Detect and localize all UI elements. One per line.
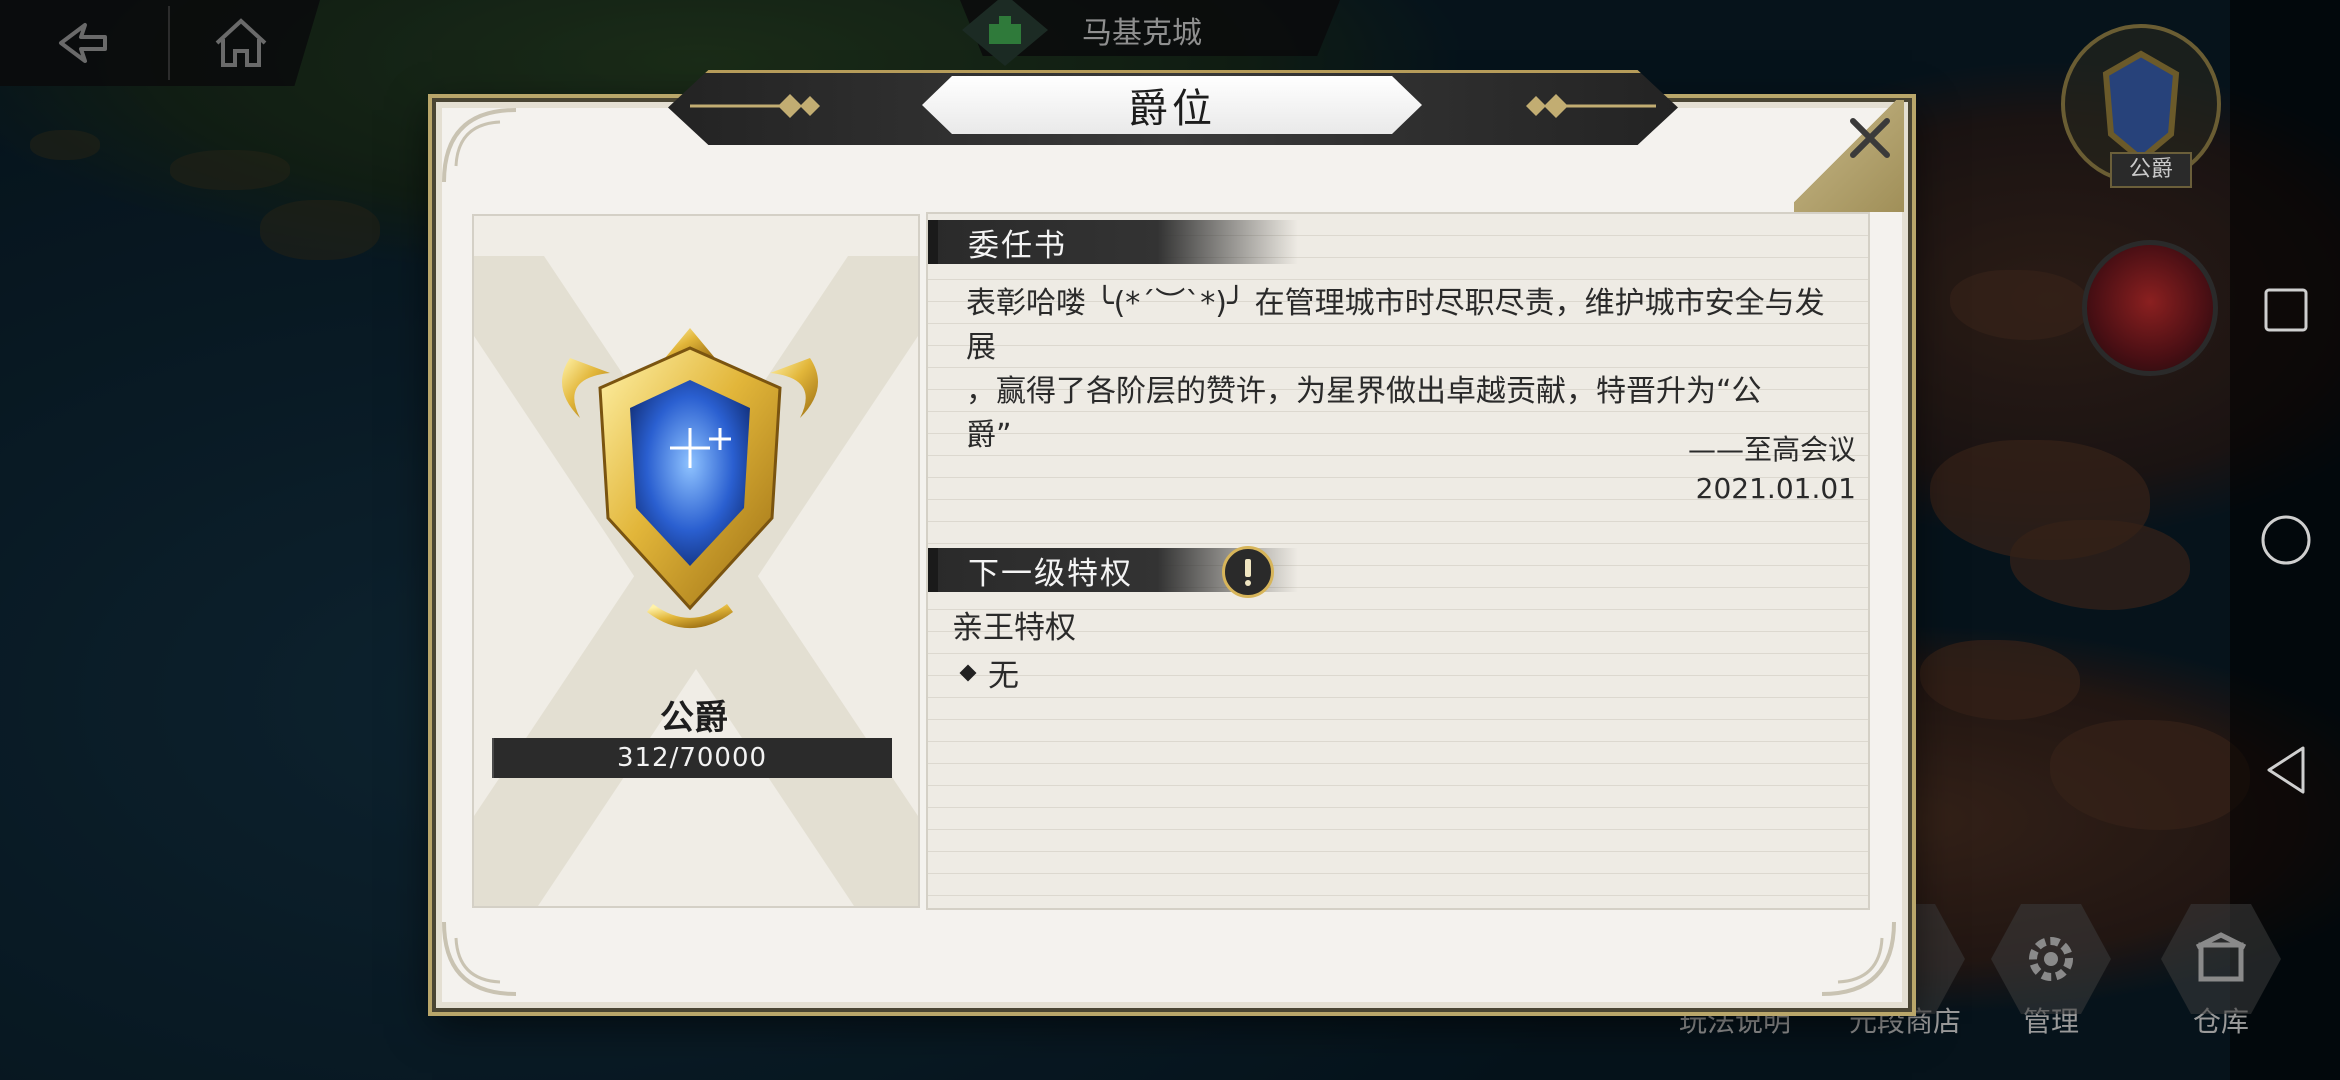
duke-emblem [540,318,840,638]
banner-ornament-right [1526,94,1656,118]
rank-badge-label: 公爵 [2110,152,2192,188]
next-privilege-title: 亲王特权 [952,610,1076,646]
corner-ornament [442,921,517,996]
close-button[interactable] [1842,110,1898,166]
gold-crest-blue-gem-emblem [562,328,818,628]
privilege-info-button[interactable] [1222,546,1274,598]
hud-divider [168,6,170,80]
home-button[interactable] [206,10,276,76]
corner-ornament [1821,921,1896,996]
appointment-signature: ——至高会议 [1687,433,1856,466]
appointment-line: ，赢得了各阶层的赞许，为星界做出卓越贡献，特晋升为“公 [966,374,1762,409]
rank-progress-bar: 312/70000 [492,738,892,778]
square-recents-icon [2264,288,2308,332]
triangle-back-icon [2267,746,2305,794]
appointment-line: 表彰哈喽 ╰(*´︶`*)╯ 在管理城市时尽职尽责，维护城市安全与发展 [966,286,1825,365]
recents-button[interactable] [2256,280,2316,340]
close-icon [1850,118,1890,158]
gear-icon [1991,904,2111,1014]
corner-ornament [442,108,517,183]
home-nav-button[interactable] [2256,510,2316,570]
appointment-heading: 委任书 [968,227,1067,264]
privilege-item-text: 无 [988,658,1019,694]
home-icon [215,18,267,67]
circle-home-icon [2261,515,2311,565]
privilege-list-item: 无 [959,650,1019,695]
appointment-header: 委任书 [928,220,1298,264]
back-nav-button[interactable] [2256,740,2316,800]
rank-name: 公爵 [660,698,728,738]
next-privilege-heading: 下一级特权 [968,555,1133,592]
warehouse-icon [2161,904,2281,1014]
back-arrow-icon [59,23,107,63]
city-name[interactable]: 马基克城 [1082,8,1202,52]
bottom-menu-warehouse[interactable]: 仓库 [2146,904,2296,1054]
bullet-diamond-icon [959,664,977,681]
banner-ornament-left [690,94,820,118]
title-plate: 爵位 [922,76,1422,134]
appointment-date: 2021.01.01 [1695,472,1856,505]
progress-fill [492,738,494,778]
back-button[interactable] [48,10,118,76]
rank-progress-text: 312/70000 [616,743,768,773]
player-avatar[interactable] [2082,240,2218,376]
exclamation-icon [1245,559,1251,586]
bottom-menu-manage[interactable]: 管理 [1976,904,2126,1054]
dialog-title: 爵位 [1128,86,1216,132]
